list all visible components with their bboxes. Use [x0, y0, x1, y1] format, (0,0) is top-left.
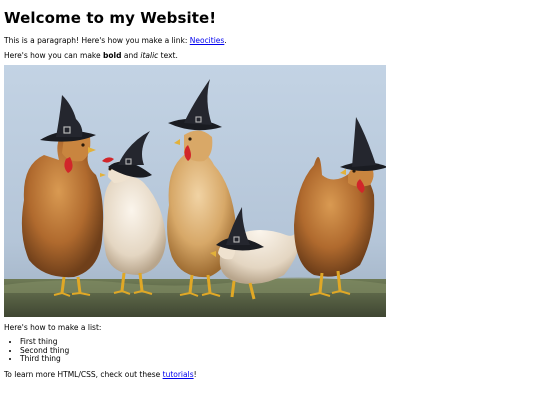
intro-paragraph: This is a paragraph! Here's how you make…: [4, 36, 536, 46]
formatting-text-1: Here's how you can make: [4, 51, 103, 60]
intro-period: .: [224, 36, 227, 45]
bold-text: bold: [103, 51, 122, 60]
list-item: Third thing: [20, 354, 536, 364]
page-title: Welcome to my Website!: [4, 9, 217, 27]
outro-paragraph: To learn more HTML/CSS, check out these …: [4, 370, 536, 380]
italic-text: italic: [140, 51, 159, 60]
formatting-paragraph: Here's how you can make bold and italic …: [4, 51, 536, 61]
list-intro: Here's how to make a list:: [4, 323, 102, 332]
bullet-list: First thing Second thing Third thing: [4, 337, 536, 364]
neocities-link[interactable]: Neocities: [190, 36, 225, 45]
formatting-text-2: and: [121, 51, 141, 60]
list-item: Second thing: [20, 346, 536, 356]
outro-exclamation: !: [193, 369, 197, 379]
formatting-text-3: text.: [158, 51, 178, 60]
list-item: First thing: [20, 337, 536, 347]
intro-text: This is a paragraph! Here's how you make…: [4, 36, 190, 45]
chickens-image: [4, 65, 386, 317]
tutorials-link[interactable]: tutorials: [163, 370, 194, 379]
outro-text: To learn more HTML/CSS, check out these: [4, 369, 163, 379]
page-content: Welcome to my Website! This is a paragra…: [0, 8, 540, 380]
